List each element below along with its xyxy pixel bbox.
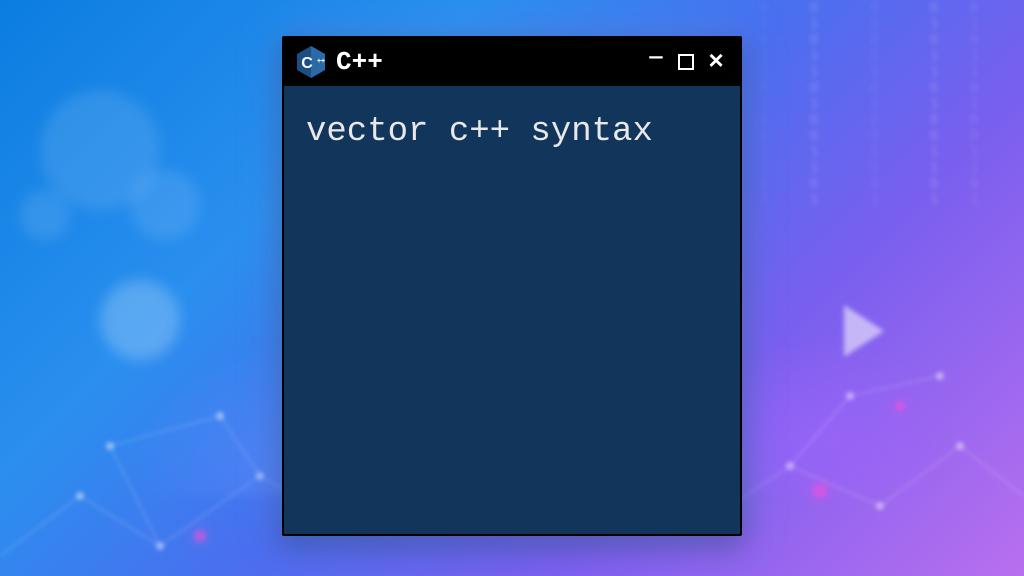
bg-binary-rain: 0 1 0 1 1 0 1 0 0 1 1 0 1 (970, 0, 982, 208)
minimize-button[interactable]: — (644, 47, 668, 69)
bg-binary-rain: 0 1 0 1 1 0 1 0 0 1 1 0 1 (760, 0, 772, 208)
titlebar[interactable]: C + + C++ — × (284, 38, 740, 86)
cpp-logo-icon: C + + (296, 45, 326, 79)
terminal-content[interactable]: vector c++ syntax (284, 86, 740, 534)
svg-text:+: + (321, 58, 325, 65)
svg-text:C: C (301, 55, 313, 72)
terminal-window: C + + C++ — × vector c++ syntax (282, 36, 742, 536)
window-title: C++ (336, 47, 634, 77)
bg-binary-rain: 0 1 0 1 1 0 1 0 0 1 1 0 1 (810, 0, 822, 208)
window-controls: — × (644, 49, 728, 75)
maximize-button[interactable] (678, 54, 694, 70)
bg-binary-rain: 0 1 0 1 1 0 1 0 0 1 1 0 1 (870, 0, 882, 208)
close-button[interactable]: × (704, 49, 728, 75)
bg-binary-rain: 0 1 0 1 1 0 1 0 0 1 1 0 1 (930, 0, 942, 208)
